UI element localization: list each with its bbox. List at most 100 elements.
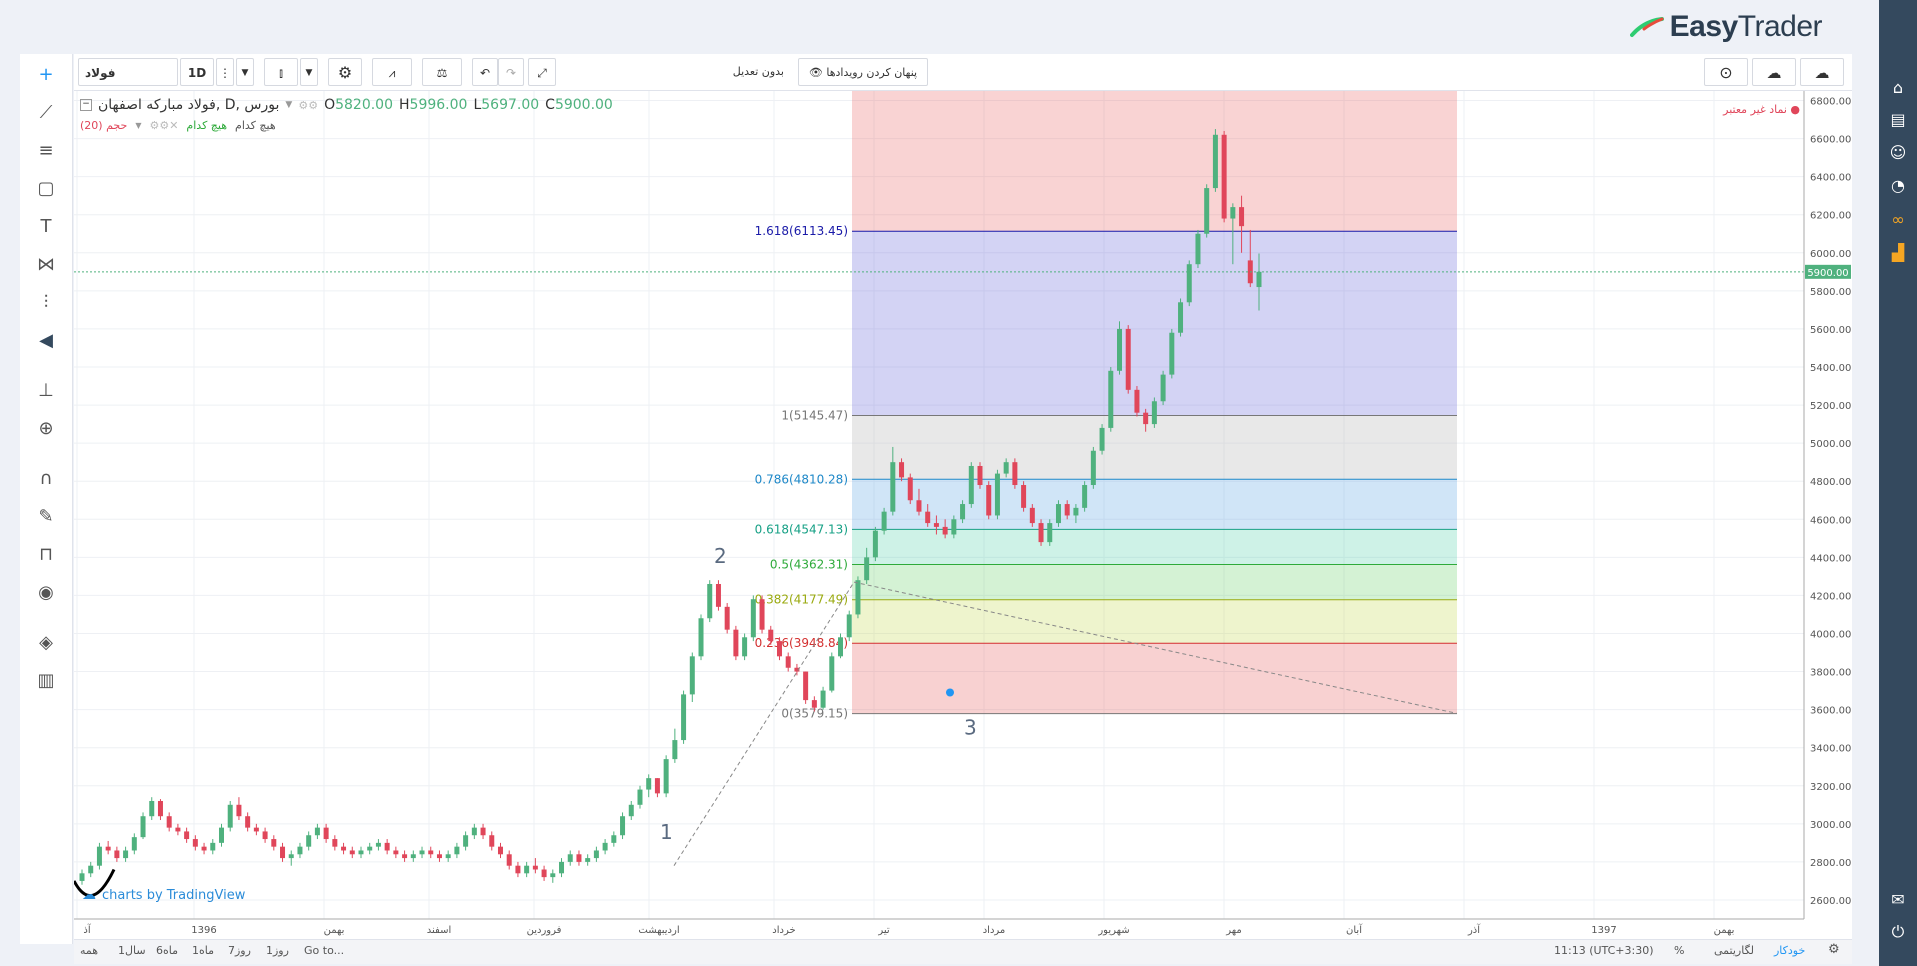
price-chart[interactable]: 1.618(6113.45) 1(5145.47) 0.786(4810.28) 0.… [72,91,1852,939]
volume-value-a: هیچ کدام [186,119,228,132]
candle-body [593,850,599,859]
y-tick-label: 6200.00 [1810,211,1851,222]
cloud-download-icon[interactable]: ☁ [1752,58,1796,86]
candle-body [1117,328,1123,371]
candle-body [620,816,626,836]
user-settings-icon[interactable]: ☺ [1888,143,1908,163]
y-tick-label: 2800.00 [1810,858,1851,869]
open-label: O [324,97,336,113]
wallet-icon[interactable]: ▤ [1888,110,1908,130]
candle-body [1021,485,1027,508]
pencil-lock-icon[interactable]: ✎ [33,504,59,530]
zoom-in-icon[interactable]: ⊕ [33,416,59,442]
candle-body [384,842,390,851]
candle-body [715,583,721,607]
range-1m[interactable]: 1ماه [192,944,214,957]
range-7d[interactable]: 7روز [228,944,251,957]
bar-chart-icon[interactable]: ▟ [1888,243,1908,263]
candle-body [1038,523,1044,543]
y-tick-label: 4200.00 [1810,591,1851,602]
candle-body [1160,374,1166,402]
y-tick-label: 5800.00 [1810,287,1851,298]
percent-toggle[interactable]: % [1674,944,1684,957]
high-label: H [399,97,410,113]
x-tick-label: اردیبهشت [638,925,679,936]
candle-body [245,816,251,828]
candle-body [654,778,660,794]
log-toggle[interactable]: لگاریتمی [1714,944,1754,957]
range-1y[interactable]: 1سال [118,944,146,957]
candle-body [1047,523,1053,543]
fib-zone [852,599,1457,644]
volume-dropdown-icon[interactable]: ▼ [135,121,141,130]
candle-body [541,869,547,878]
candle-body [872,530,878,558]
candle-body [1012,462,1018,486]
camera-icon[interactable]: ⊙ [1704,58,1748,86]
prediction-icon[interactable]: ⫶ [33,290,59,316]
candle-body [1073,507,1079,516]
binoculars-icon[interactable]: ∞ [1888,210,1908,230]
candle-body [227,804,233,828]
interval-dropdown-icon[interactable]: ▼ [236,58,254,86]
fib-zone [852,564,1457,600]
trend-line-icon[interactable]: ⟋ [33,100,59,126]
collapse-icon[interactable]: − [80,99,92,111]
magnet-icon[interactable]: ∩ [33,466,59,492]
adjust-dropdown[interactable]: بدون تعدیل [564,58,794,86]
candle-body [750,599,756,638]
goto-button[interactable]: Go to... [304,944,344,957]
x-tick-label: 1397 [1591,925,1616,936]
axis-settings-icon[interactable]: ⚙ [1828,942,1840,957]
layers-icon[interactable]: ◈ [33,630,59,656]
fullscreen-icon[interactable]: ⤢ [528,58,556,86]
range-6m[interactable]: 6ماه [156,944,178,957]
undo-icon[interactable]: ↶ [472,58,498,86]
candle-type-icon[interactable]: ⫾ [264,58,298,86]
candle-body [271,839,277,847]
chat-icon[interactable]: ✉ [1888,890,1908,910]
candle-body [567,854,573,862]
chart-type-dropdown-icon[interactable]: ▼ [300,58,318,86]
candle-body [1055,504,1061,524]
candle-body [280,846,286,859]
candle-body [672,740,678,760]
measure-icon[interactable]: ⊥ [33,378,59,404]
x-tick-label: آذر [1467,923,1481,936]
text-tool-icon[interactable]: T [33,214,59,240]
fib-tool-icon[interactable]: ≡ [33,138,59,164]
legend-dropdown-icon[interactable]: ▼ [285,100,292,110]
crosshair-icon[interactable]: + [33,62,59,88]
compare-scale-icon[interactable]: ⚖ [422,58,462,86]
indicators-icon[interactable]: ⩘ [372,58,412,86]
back-arrow-icon[interactable]: ◀ [33,328,59,354]
more-vert-icon[interactable]: ⋮ [216,58,234,86]
candle-body [646,778,652,790]
x-tick-label: بهمن [1714,925,1735,936]
pattern-icon[interactable]: ⋈ [33,252,59,278]
range-all[interactable]: همه [80,944,98,957]
auto-toggle[interactable]: خودکار [1774,944,1805,957]
legend-settings-icon[interactable]: ⚙⚙ [298,99,318,112]
tradingview-watermark[interactable]: ☁ charts by TradingView [82,887,245,903]
chart-area[interactable]: 1.618(6113.45) 1(5145.47) 0.786(4810.28) 0.… [72,91,1852,939]
rectangle-icon[interactable]: ▢ [33,176,59,202]
settings-gear-icon[interactable]: ⚙ [328,58,362,86]
candle-body [1230,207,1236,219]
pie-chart-icon[interactable]: ◔ [1888,176,1908,196]
interval-button[interactable]: 1D [180,58,214,86]
home-icon[interactable]: ⌂ [1888,78,1908,98]
eye-icon: 👁 [808,66,823,79]
lock-icon[interactable]: ⊓ [33,542,59,568]
eye-icon[interactable]: ◉ [33,580,59,606]
volume-settings-icon[interactable]: ⚙⚙✕ [149,119,178,132]
redo-icon[interactable]: ↷ [498,58,524,86]
range-1d[interactable]: 1روز [266,944,289,957]
symbol-input[interactable]: فولاد [78,58,178,86]
trash-icon[interactable]: ▥ [33,668,59,694]
cloud-upload-icon[interactable]: ☁ [1800,58,1844,86]
power-icon[interactable]: ⏻ [1888,922,1908,942]
hide-events-button[interactable]: 👁 پنهان کردن رویدادها [798,58,928,86]
invalid-symbol-notice: نماد غیر معتبر ● [1723,103,1800,116]
candle-body [471,827,477,836]
